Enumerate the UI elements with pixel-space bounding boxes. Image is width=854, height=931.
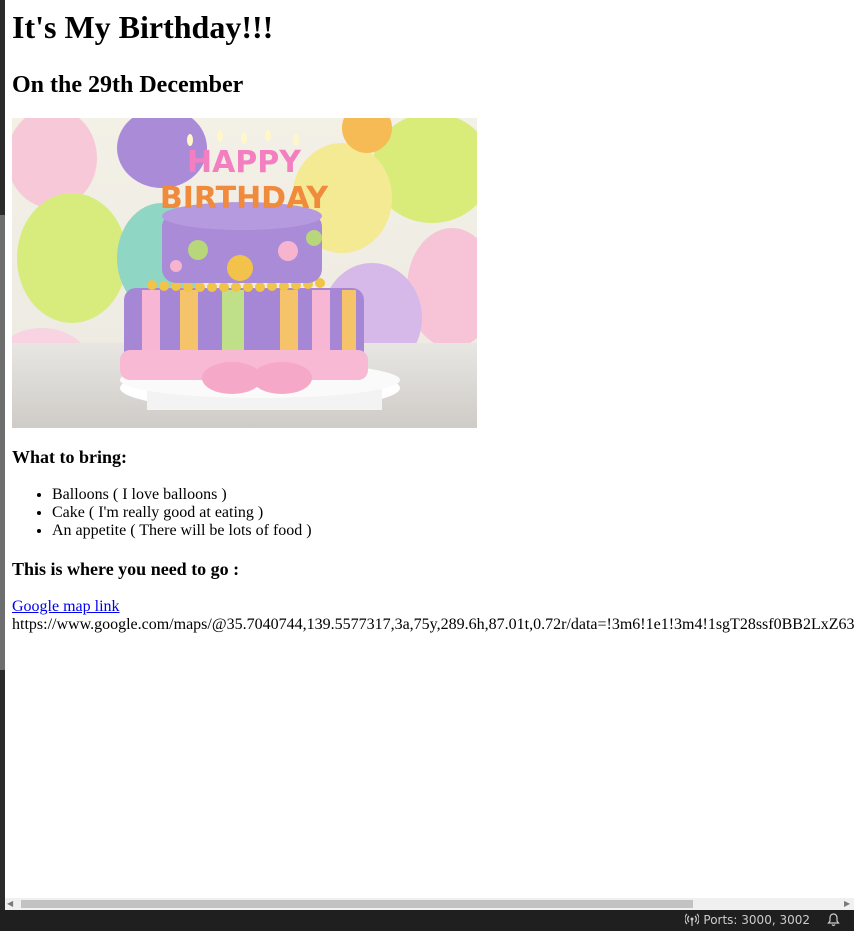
bell-icon[interactable]	[827, 913, 840, 927]
map-heading: This is where you need to go :	[12, 559, 240, 579]
svg-text:BIRTHDAY: BIRTHDAY	[160, 181, 330, 216]
birthday-cake-image: HAPPY BIRTHDAY	[12, 118, 477, 428]
bring-list: Balloons ( I love balloons ) Cake ( I'm …	[12, 486, 854, 540]
broadcast-icon	[685, 913, 700, 926]
list-item: Cake ( I'm really good at eating )	[52, 504, 854, 522]
ports-label: Ports: 3000, 3002	[703, 913, 810, 927]
status-bar: Ports: 3000, 3002	[0, 910, 854, 931]
page-title: It's My Birthday!!!	[12, 9, 274, 45]
scrollbar-thumb[interactable]	[21, 900, 693, 908]
scroll-left-arrow-icon[interactable]: ◀	[7, 900, 15, 908]
scroll-right-arrow-icon[interactable]: ▶	[844, 900, 852, 908]
page-content: It's My Birthday!!! On the 29th December	[12, 0, 854, 898]
map-link-container: Google map link	[12, 597, 854, 616]
window-left-edge-highlight	[0, 215, 5, 670]
page-subtitle: On the 29th December	[12, 72, 244, 98]
ports-indicator[interactable]: Ports: 3000, 3002	[685, 913, 810, 927]
map-url-text: https://www.google.com/maps/@35.7040744,…	[12, 616, 854, 633]
horizontal-scrollbar[interactable]: ◀ ▶	[5, 898, 854, 910]
list-item: An appetite ( There will be lots of food…	[52, 522, 854, 540]
bring-heading: What to bring:	[12, 447, 128, 467]
list-item: Balloons ( I love balloons )	[52, 486, 854, 504]
svg-text:HAPPY: HAPPY	[187, 145, 302, 180]
google-map-link[interactable]: Google map link	[12, 598, 120, 615]
